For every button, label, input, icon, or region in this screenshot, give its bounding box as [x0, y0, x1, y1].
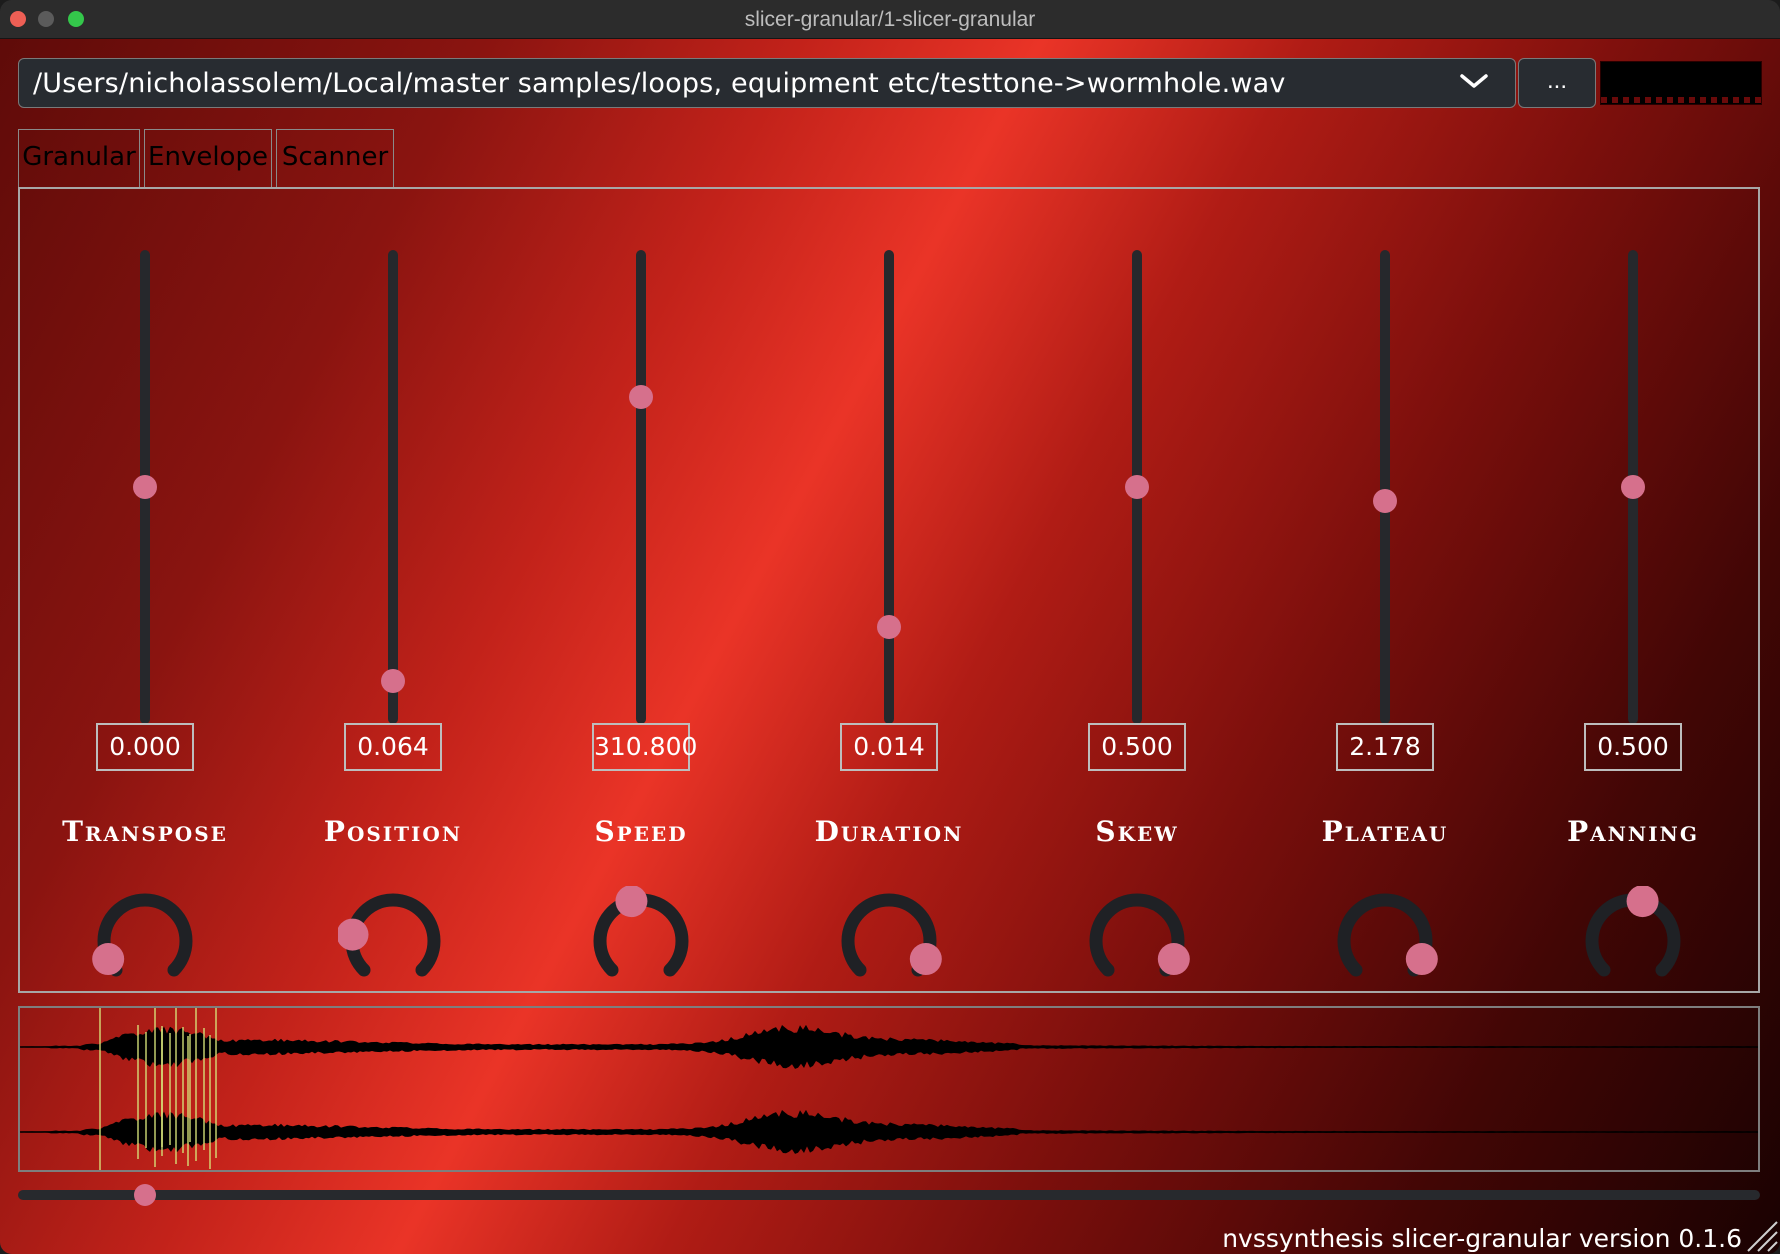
plateau-value[interactable]: 2.178 — [1336, 723, 1434, 771]
panning-knob-thumb[interactable] — [1626, 886, 1659, 918]
tab-envelope[interactable]: Envelope — [144, 129, 272, 187]
transpose-label: Transpose — [62, 815, 228, 848]
chevron-down-icon — [1460, 74, 1488, 88]
panning-label: Panning — [1567, 815, 1699, 848]
speed-knob-thumb[interactable] — [615, 886, 648, 918]
level-meter — [1600, 61, 1762, 105]
scan-position-thumb[interactable] — [133, 1184, 156, 1206]
duration-label: Duration — [814, 815, 964, 848]
duration-knob[interactable] — [834, 886, 944, 996]
waveform-channel — [20, 1109, 1758, 1154]
position-knob[interactable] — [338, 886, 448, 996]
skew-value[interactable]: 0.500 — [1088, 723, 1186, 771]
speed-slider-thumb[interactable] — [629, 385, 653, 409]
plateau-slider-thumb[interactable] — [1373, 488, 1397, 513]
duration-knob-thumb[interactable] — [909, 943, 942, 976]
tab-label: Granular — [22, 142, 136, 172]
scan-position-slider[interactable] — [18, 1184, 1760, 1206]
panning-value[interactable]: 0.500 — [1584, 723, 1682, 771]
speed-knob[interactable] — [586, 886, 696, 996]
version-label: nvssynthesis slicer-granular version 0.1… — [1222, 1224, 1742, 1253]
file-path: /Users/nicholassolem/Local/master sample… — [33, 68, 1286, 99]
app-window: slicer-granular/1-slicer-granular /Users… — [0, 0, 1780, 1254]
transpose-value[interactable]: 0.000 — [96, 723, 194, 771]
transpose-knob-thumb[interactable] — [92, 943, 125, 976]
waveform-display[interactable] — [18, 1006, 1760, 1172]
speed-slider[interactable] — [636, 250, 646, 724]
speed-value[interactable]: 310.800 — [592, 723, 697, 771]
panning-knob[interactable] — [1578, 886, 1688, 996]
tab-label: Scanner — [281, 142, 389, 172]
skew-label: Skew — [1095, 815, 1179, 848]
title-bar: slicer-granular/1-slicer-granular — [0, 0, 1780, 39]
position-value[interactable]: 0.064 — [344, 723, 442, 771]
skew-slider-thumb[interactable] — [1125, 475, 1149, 499]
tab-granular[interactable]: Granular — [18, 129, 140, 187]
plateau-knob-thumb[interactable] — [1405, 943, 1438, 976]
tab-label: Envelope — [148, 142, 268, 172]
skew-knob[interactable] — [1082, 886, 1192, 996]
duration-slider[interactable] — [884, 250, 894, 724]
speed-label: Speed — [594, 815, 688, 848]
position-knob-thumb[interactable] — [338, 918, 369, 951]
resize-handle-icon[interactable] — [1744, 1218, 1778, 1252]
transpose-slider-thumb[interactable] — [133, 475, 157, 499]
duration-value[interactable]: 0.014 — [840, 723, 938, 771]
duration-slider-thumb[interactable] — [877, 614, 901, 639]
tab-scanner[interactable]: Scanner — [276, 129, 394, 187]
waveform-channel — [20, 1024, 1758, 1069]
skew-knob-thumb[interactable] — [1157, 943, 1190, 976]
position-slider-thumb[interactable] — [381, 668, 405, 693]
position-label: Position — [323, 815, 463, 848]
plateau-knob[interactable] — [1330, 886, 1440, 996]
plateau-slider[interactable] — [1380, 250, 1390, 724]
window-title: slicer-granular/1-slicer-granular — [744, 8, 1036, 31]
waveform — [20, 1008, 1758, 1170]
plateau-label: Plateau — [1321, 815, 1449, 848]
position-slider[interactable] — [388, 250, 398, 724]
panning-slider-thumb[interactable] — [1621, 475, 1645, 499]
browse-button[interactable]: ... — [1518, 58, 1596, 108]
granular-panel: 0.000 Transpose 0.064 Position 310.800 Speed 0… — [18, 187, 1760, 993]
transpose-knob[interactable] — [90, 886, 200, 996]
file-selector[interactable]: /Users/nicholassolem/Local/master sample… — [18, 58, 1516, 108]
plugin-content: /Users/nicholassolem/Local/master sample… — [0, 39, 1780, 1254]
